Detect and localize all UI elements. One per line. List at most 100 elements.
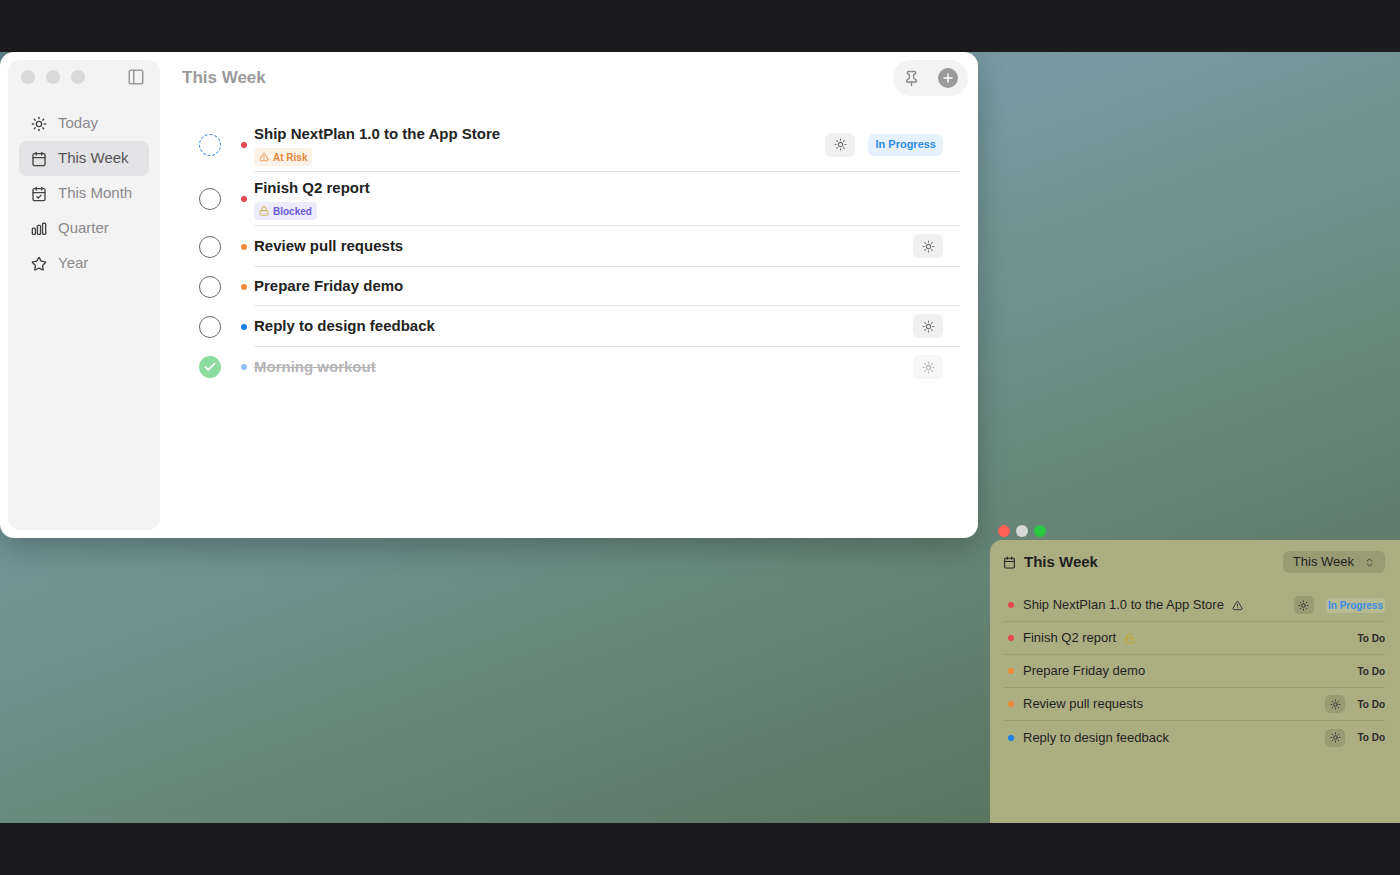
lock-icon — [259, 206, 269, 216]
sun-icon — [922, 240, 935, 253]
widget-panel: This Week This Week Ship NextPlan 1.0 to t… — [990, 540, 1400, 823]
check-icon — [203, 360, 217, 374]
sidebar-item[interactable]: Today — [19, 106, 149, 141]
status-label: To Do — [1357, 730, 1385, 745]
task-title: Finish Q2 report — [254, 177, 370, 199]
priority-dot — [241, 324, 247, 330]
task-badge: Blocked — [254, 202, 317, 220]
priority-dot — [241, 244, 247, 250]
today-button[interactable] — [1325, 729, 1345, 747]
widget-task-title: Prepare Friday demo — [1023, 661, 1145, 681]
today-button[interactable] — [825, 133, 855, 157]
close-button[interactable] — [998, 525, 1010, 537]
priority-dot — [1008, 701, 1014, 707]
status-label: To Do — [1357, 697, 1385, 712]
status-label: To Do — [1357, 664, 1385, 679]
task-checkbox[interactable] — [199, 134, 221, 156]
today-button[interactable] — [1325, 695, 1345, 713]
quarter-icon — [31, 221, 47, 237]
task-checkbox[interactable] — [199, 276, 221, 298]
status-label: To Do — [1357, 631, 1385, 646]
widget-row[interactable]: Ship NextPlan 1.0 to the App Store In Pro… — [1003, 589, 1385, 622]
priority-dot — [1008, 602, 1014, 608]
priority-dot — [1008, 735, 1014, 741]
today-button[interactable] — [913, 234, 943, 258]
task-row[interactable]: Reply to design feedback — [198, 306, 960, 347]
task-checkbox[interactable] — [199, 356, 221, 378]
minimize-button[interactable] — [46, 70, 60, 84]
task-row[interactable]: Morning workout — [198, 347, 960, 387]
content: This Week Ship NextPlan 1.0 to the App St… — [160, 60, 970, 530]
sidebar-item[interactable]: Quarter — [19, 211, 149, 246]
sun-icon — [1330, 732, 1341, 743]
task-list: Ship NextPlan 1.0 to the App Store At Ris… — [182, 118, 968, 387]
screen: TodayThis WeekThis MonthQuarterYearThis … — [0, 0, 1400, 875]
zoom-button[interactable] — [1034, 525, 1046, 537]
task-row[interactable]: Finish Q2 report Blocked — [198, 172, 960, 226]
sun-icon — [1298, 600, 1309, 611]
task-title: Morning workout — [254, 356, 376, 378]
chevrons-icon — [1364, 557, 1375, 568]
sidebar-item[interactable]: This Month — [19, 176, 149, 211]
priority-dot — [241, 284, 247, 290]
widget-title: This Week — [1024, 551, 1098, 574]
add-button[interactable] — [938, 68, 958, 88]
task-row[interactable]: Ship NextPlan 1.0 to the App Store At Ris… — [198, 118, 960, 172]
lock-icon — [1124, 633, 1135, 644]
sidebar-item[interactable]: This Week — [19, 141, 149, 176]
page-title: This Week — [182, 65, 266, 91]
task-checkbox[interactable] — [199, 236, 221, 258]
widget-task-title: Finish Q2 report — [1023, 628, 1116, 648]
bottom-bar — [0, 823, 1400, 875]
priority-dot — [1008, 635, 1014, 641]
task-row[interactable]: Prepare Friday demo — [198, 267, 960, 306]
today-button[interactable] — [913, 314, 943, 338]
task-checkbox[interactable] — [199, 188, 221, 210]
sun-icon — [1330, 699, 1341, 710]
range-picker[interactable]: This Week — [1283, 551, 1385, 573]
priority-dot — [1008, 668, 1014, 674]
task-title: Reply to design feedback — [254, 315, 435, 337]
widget-row[interactable]: Finish Q2 report To Do — [1003, 622, 1385, 655]
task-badge: At Risk — [254, 148, 312, 166]
warning-icon — [259, 152, 269, 162]
widget-window: This Week This Week Ship NextPlan 1.0 to t… — [990, 522, 1400, 823]
widget-row[interactable]: Reply to design feedback To Do — [1003, 721, 1385, 754]
widget-row[interactable]: Prepare Friday demo To Do — [1003, 655, 1385, 688]
sun-icon — [922, 320, 935, 333]
priority-dot — [241, 196, 247, 202]
widget-task-title: Ship NextPlan 1.0 to the App Store — [1023, 595, 1224, 615]
top-bar — [0, 0, 1400, 52]
task-title: Prepare Friday demo — [254, 275, 403, 297]
sidebar-item[interactable]: Year — [19, 246, 149, 281]
sidebar: TodayThis WeekThis MonthQuarterYear — [8, 60, 160, 530]
widget-task-title: Reply to design feedback — [1023, 728, 1169, 748]
zoom-button[interactable] — [71, 70, 85, 84]
calendar-check-icon — [31, 186, 47, 202]
calendar-icon — [1003, 556, 1016, 569]
pin-icon[interactable] — [903, 70, 920, 87]
sun-icon — [834, 138, 847, 151]
widget-row[interactable]: Review pull requestsTo Do — [1003, 688, 1385, 721]
priority-dot — [241, 142, 247, 148]
warning-icon — [1232, 600, 1243, 611]
task-title: Ship NextPlan 1.0 to the App Store — [254, 123, 500, 145]
task-row[interactable]: Review pull requests — [198, 226, 960, 267]
toolbar — [893, 60, 968, 96]
status-pill: In Progress — [1326, 598, 1385, 613]
task-checkbox[interactable] — [199, 316, 221, 338]
desktop: TodayThis WeekThis MonthQuarterYearThis … — [0, 52, 1400, 823]
priority-dot — [241, 364, 247, 370]
sun-icon — [31, 116, 47, 132]
minimize-button[interactable] — [1016, 525, 1028, 537]
today-button[interactable] — [1294, 596, 1314, 614]
status-pill[interactable]: In Progress — [868, 134, 943, 156]
widget-list: Ship NextPlan 1.0 to the App Store In Pro… — [1003, 589, 1385, 754]
sidebar-toggle-icon[interactable] — [126, 68, 146, 86]
close-button[interactable] — [21, 70, 35, 84]
calendar-icon — [31, 151, 47, 167]
sun-icon — [922, 361, 935, 374]
task-title: Review pull requests — [254, 235, 403, 257]
star-icon — [31, 256, 47, 272]
today-button[interactable] — [913, 355, 943, 379]
